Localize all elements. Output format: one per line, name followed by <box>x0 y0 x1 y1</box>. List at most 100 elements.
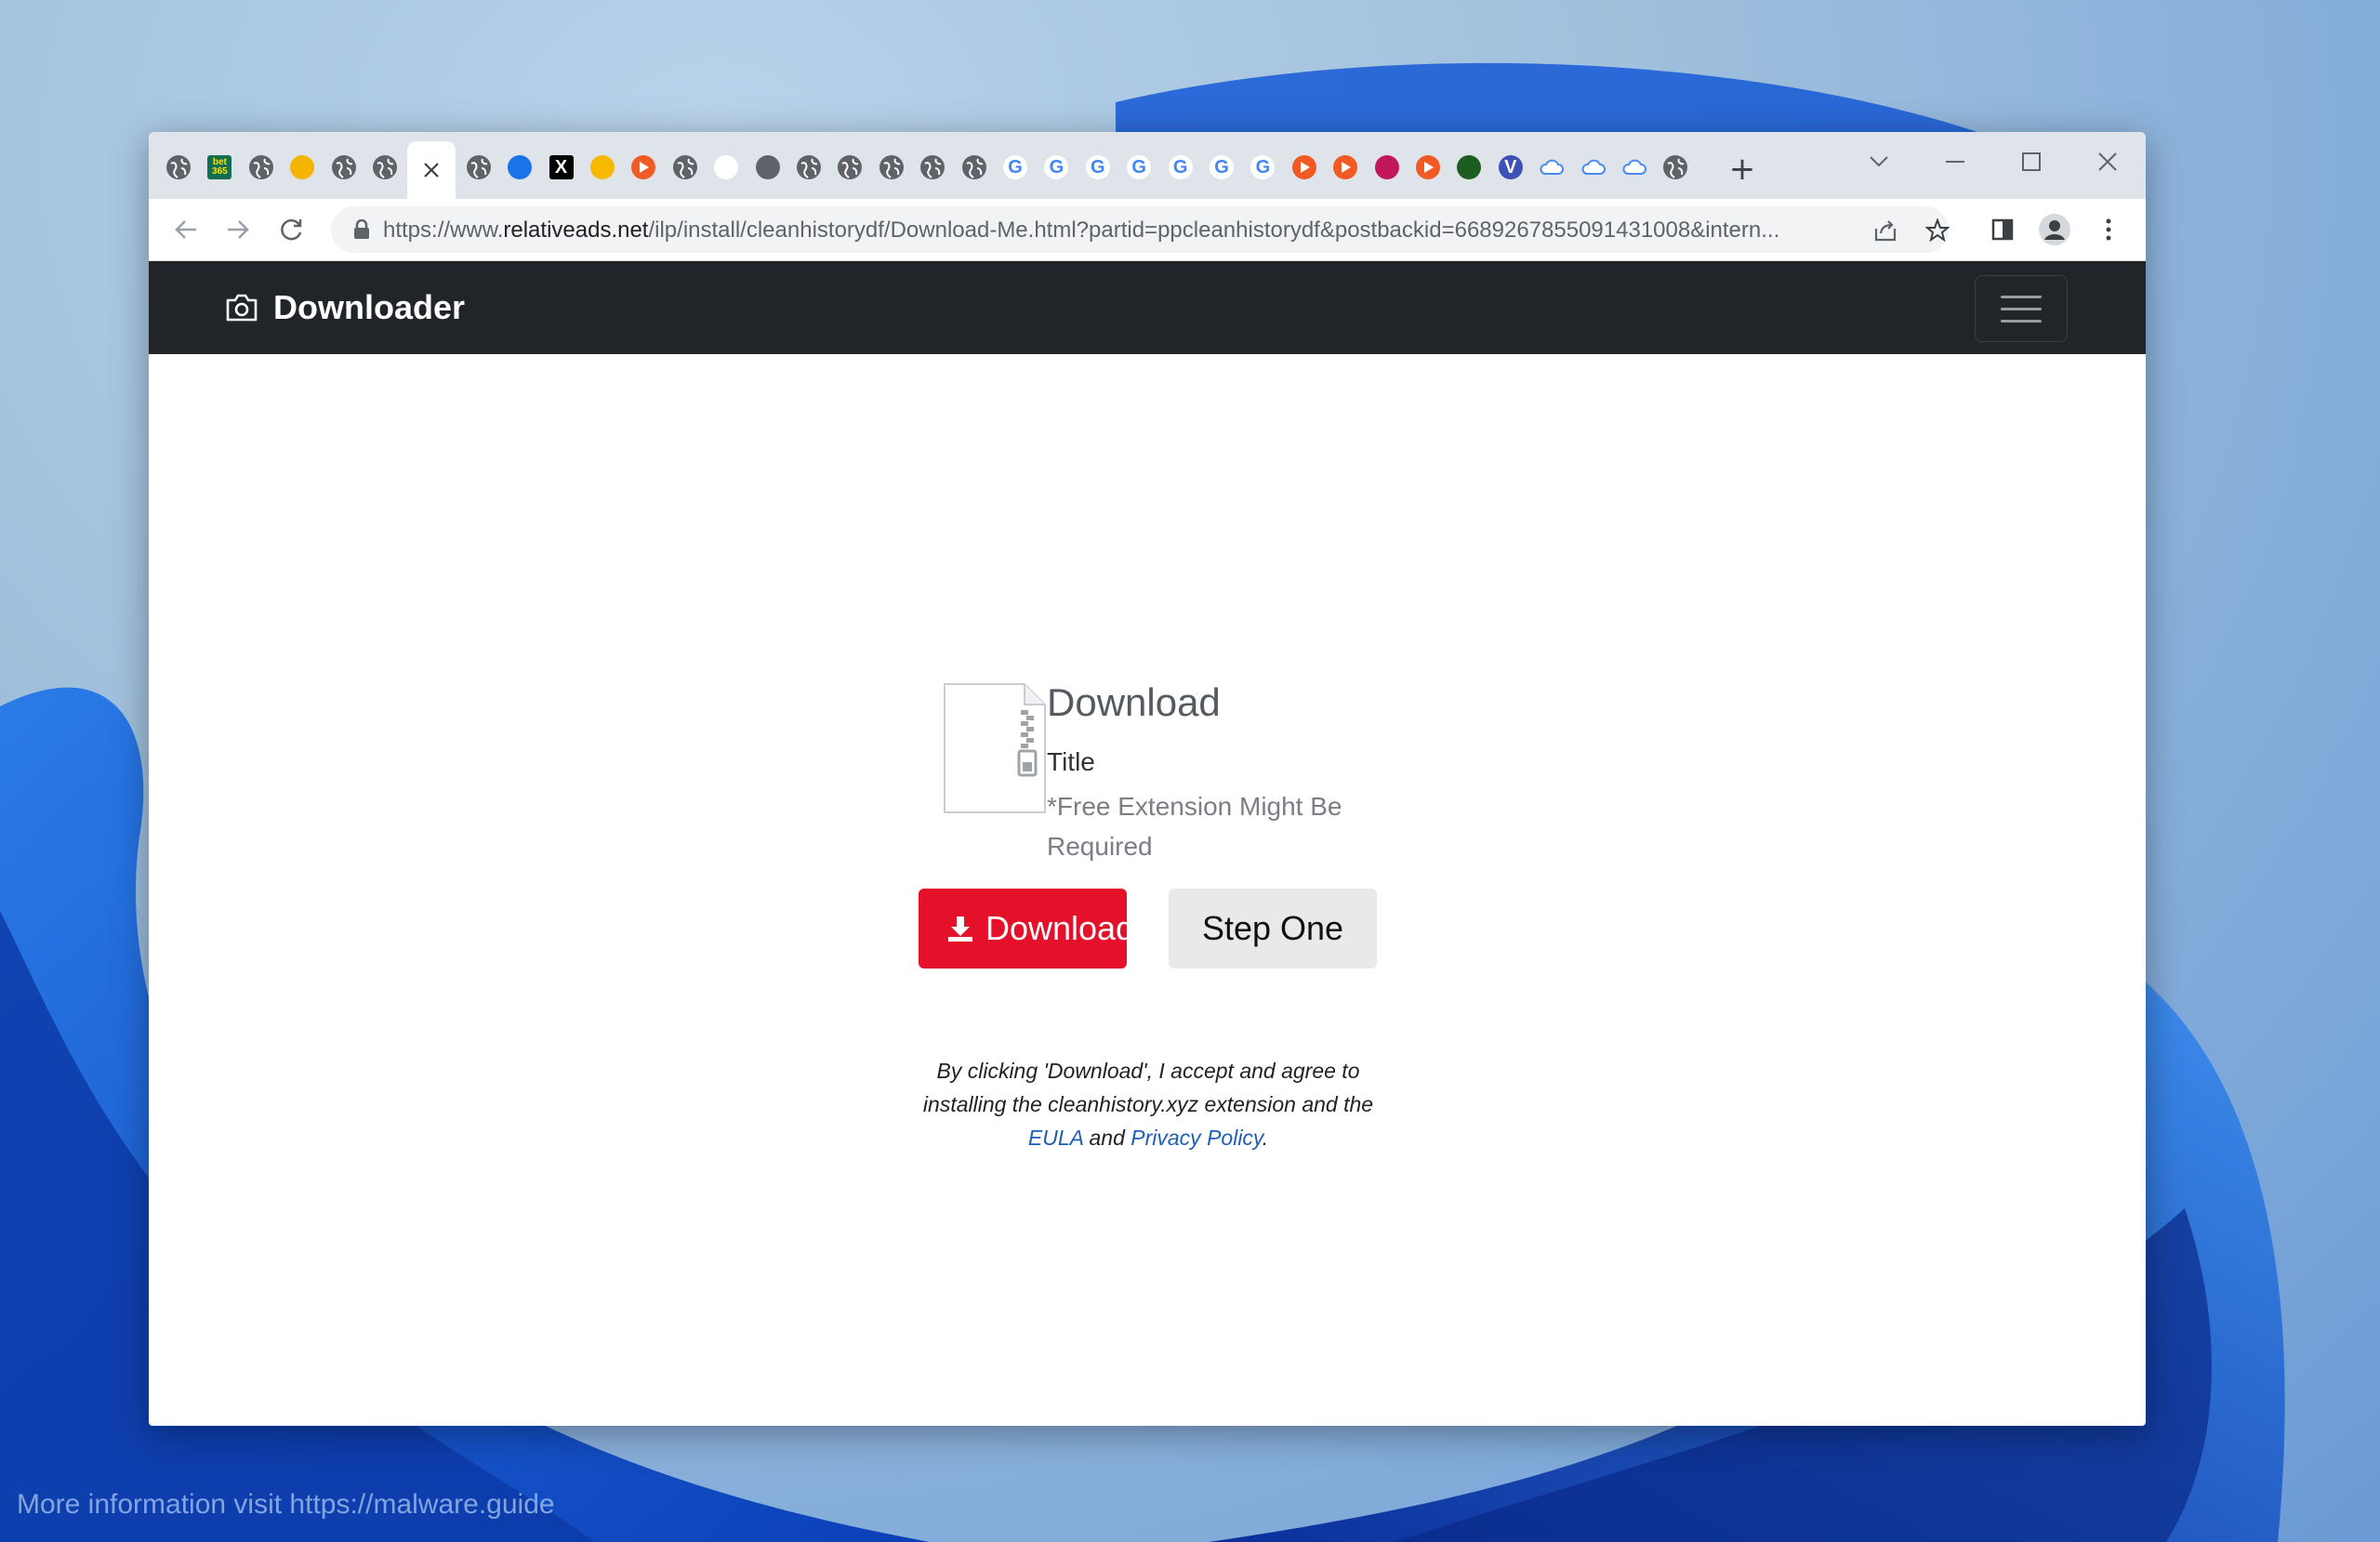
browser-tab[interactable] <box>914 149 951 186</box>
address-bar[interactable]: https://www.relativeads.net/ilp/install/… <box>331 206 1952 253</box>
globe-icon <box>248 155 273 179</box>
browser-tab[interactable] <box>1286 149 1323 186</box>
browser-tab[interactable]: G <box>1120 149 1157 186</box>
globe-icon <box>920 155 945 179</box>
url-domain: relativeads.net <box>503 217 649 243</box>
browser-tab[interactable]: G <box>1203 149 1240 186</box>
browser-tab[interactable] <box>873 149 910 186</box>
back-button[interactable] <box>167 211 205 248</box>
browser-tab[interactable]: G <box>1162 149 1199 186</box>
browser-tab[interactable] <box>667 149 704 186</box>
site-navbar: Downloader <box>149 261 2146 354</box>
avatar-icon <box>1374 155 1399 179</box>
url-prefix: https://www. <box>383 217 504 243</box>
google-icon: G <box>1003 155 1027 179</box>
browser-tab[interactable] <box>1368 149 1406 186</box>
browser-tab[interactable]: G <box>997 149 1034 186</box>
browser-tab[interactable] <box>584 149 621 186</box>
close-icon <box>419 158 443 182</box>
browser-tab[interactable]: G <box>1079 149 1117 186</box>
watermark-text: More information visit https://malware.g… <box>17 1489 555 1520</box>
google-icon: G <box>1127 155 1152 179</box>
forward-button[interactable] <box>219 211 257 248</box>
browser-tab[interactable] <box>1657 149 1694 186</box>
side-panel-button[interactable] <box>1984 211 2021 248</box>
minimize-icon <box>1946 161 1964 163</box>
browser-tab[interactable]: V <box>1492 149 1529 186</box>
browser-tab[interactable] <box>1575 149 1612 186</box>
browser-tab[interactable]: G <box>1244 149 1281 186</box>
globe-icon <box>838 155 863 179</box>
browser-tab[interactable]: bet 365 <box>201 149 238 186</box>
globe-icon <box>672 155 697 179</box>
download-heading: Download <box>1047 680 1221 724</box>
browser-tab[interactable] <box>1409 149 1447 186</box>
browser-tab[interactable] <box>707 149 745 186</box>
lock-icon[interactable] <box>350 217 374 242</box>
browser-tab[interactable] <box>1450 149 1488 186</box>
browser-tab[interactable] <box>831 149 868 186</box>
tab-search-button[interactable] <box>1846 141 1911 182</box>
reload-button[interactable] <box>273 211 311 248</box>
arrow-left-icon <box>175 220 196 239</box>
chevron-down-icon <box>1870 156 1888 167</box>
leaf-icon <box>714 155 739 179</box>
navbar-toggle-button[interactable] <box>1975 275 2068 342</box>
browser-tab[interactable] <box>1616 149 1653 186</box>
shield-icon <box>1457 155 1482 179</box>
bookmark-star-icon[interactable] <box>1923 216 1952 245</box>
browser-tab[interactable] <box>407 141 456 199</box>
browser-tab[interactable] <box>460 149 497 186</box>
globe-icon <box>797 155 821 179</box>
play-icon <box>1416 155 1440 179</box>
cloud-icon <box>1540 155 1565 179</box>
browser-tab[interactable] <box>1533 149 1570 186</box>
privacy-policy-link[interactable]: Privacy Policy <box>1130 1126 1262 1150</box>
cloud-icon <box>1622 155 1646 179</box>
globe-icon <box>1663 155 1688 179</box>
browser-tab[interactable] <box>790 149 827 186</box>
play-icon <box>631 155 656 179</box>
browser-tab[interactable] <box>1327 149 1364 186</box>
browser-tab[interactable]: G <box>1038 149 1075 186</box>
eula-link[interactable]: EULA <box>1028 1126 1083 1150</box>
url-text[interactable]: https://www.relativeads.net/ilp/install/… <box>383 217 1852 244</box>
terms-and: and <box>1089 1126 1125 1150</box>
browser-toolbar: https://www.relativeads.net/ilp/install/… <box>149 199 2146 261</box>
avatar-icon <box>2039 214 2070 245</box>
reload-icon <box>281 218 302 241</box>
new-tab-button[interactable]: + <box>1724 151 1761 188</box>
browser-tab[interactable] <box>325 149 363 186</box>
browser-tab[interactable] <box>749 149 787 186</box>
browser-tab[interactable]: X <box>543 149 580 186</box>
terms-period: . <box>1262 1126 1269 1150</box>
url-path: /ilp/install/cleanhistorydf/Download-Me.… <box>648 217 1780 243</box>
brand[interactable]: Downloader <box>225 287 465 328</box>
browser-tab[interactable] <box>243 149 280 186</box>
browser-tab[interactable] <box>501 149 538 186</box>
globe-icon <box>466 155 491 179</box>
close-window-button[interactable] <box>2075 141 2140 182</box>
download-button-label: Download <box>985 909 1127 947</box>
share-icon[interactable] <box>1871 216 1900 245</box>
bee-icon <box>290 155 315 179</box>
more-vertical-icon <box>2106 218 2111 241</box>
profile-button[interactable] <box>2036 211 2073 248</box>
zip-file-icon <box>943 682 1047 814</box>
step-one-button[interactable]: Step One <box>1169 889 1377 969</box>
download-button[interactable]: Download <box>919 889 1127 969</box>
browser-tab[interactable] <box>160 149 197 186</box>
side-panel-icon <box>1991 218 2014 241</box>
terms-text: By clicking 'Download', I accept and agr… <box>902 1054 1395 1154</box>
globe-icon <box>961 155 986 179</box>
browser-tab[interactable] <box>625 149 662 186</box>
file-title: Title <box>1047 747 1095 776</box>
browser-tab[interactable] <box>366 149 403 186</box>
puzzle-icon <box>508 155 533 179</box>
minimize-button[interactable] <box>1923 141 1988 182</box>
maximize-button[interactable] <box>1999 141 2064 182</box>
menu-button[interactable] <box>2090 211 2127 248</box>
download-icon <box>946 915 974 942</box>
browser-tab[interactable] <box>956 149 993 186</box>
browser-tab[interactable] <box>284 149 321 186</box>
